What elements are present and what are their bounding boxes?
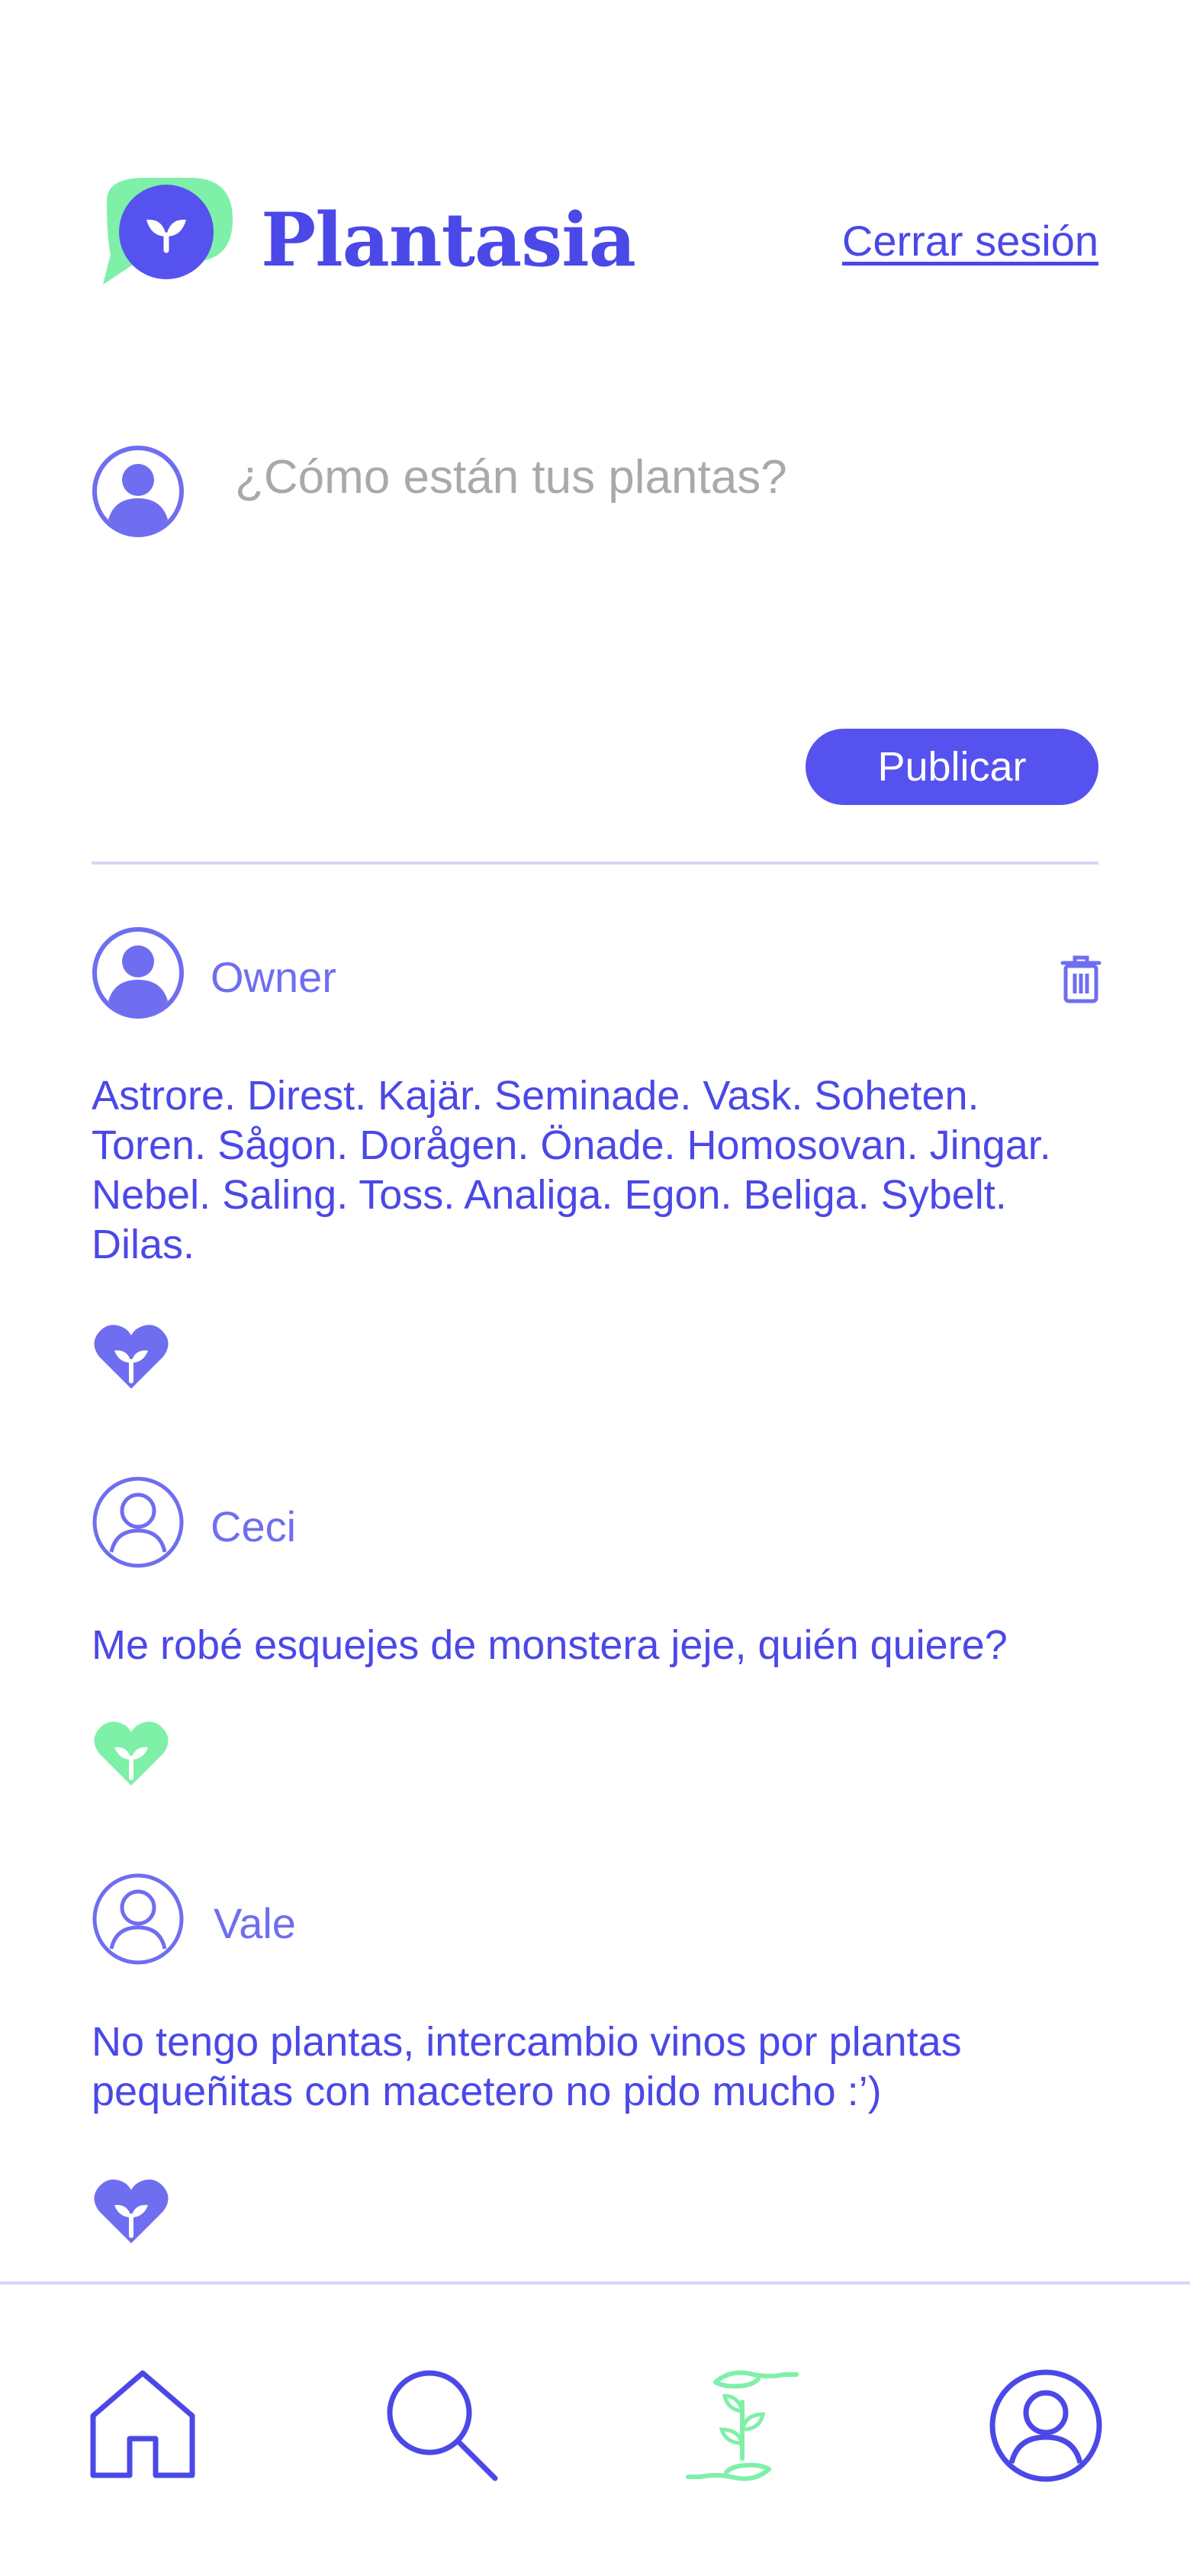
like-heart-icon[interactable] (92, 1718, 171, 1789)
post-author: Vale (214, 1899, 296, 1947)
plant-exchange-icon[interactable] (685, 2368, 799, 2483)
home-icon[interactable] (85, 2368, 200, 2483)
post-text: No tengo plantas, intercambio vinos por … (92, 2019, 962, 2114)
bottom-nav (0, 2285, 1190, 2576)
plantasia-logo (103, 178, 233, 285)
like-heart-icon[interactable] (92, 1322, 171, 1392)
avatar-icon (92, 1476, 184, 1568)
post-author: Owner (211, 953, 336, 1001)
post-text: Astrore. Direst. Kajär. Seminade. Vask. … (92, 1073, 1051, 1267)
profile-icon[interactable] (989, 2368, 1103, 2483)
composer-divider (92, 861, 1098, 865)
app-header: Plantasia Cerrar sesión (92, 174, 1098, 304)
post-card: Vale No tengo plantas, intercambio vinos… (92, 1872, 1098, 2243)
logout-link[interactable]: Cerrar sesión (842, 216, 1098, 266)
post-card: Ceci Me robé esquejes de monstera jeje, … (92, 1476, 1098, 1796)
search-icon[interactable] (385, 2368, 500, 2483)
publish-button[interactable]: Publicar (806, 729, 1098, 805)
post-author: Ceci (211, 1502, 297, 1550)
user-avatar-icon (92, 446, 184, 537)
post-text: Me robé esquejes de monstera jeje, quién… (92, 1622, 1008, 1668)
app-brand: Plantasia (261, 197, 636, 283)
avatar-icon (92, 927, 184, 1019)
avatar-icon (92, 1873, 184, 1965)
post-composer-input[interactable] (235, 450, 1098, 679)
post-card: Owner Astrore. Direst. Kajär. Seminade. … (92, 926, 1102, 1399)
trash-icon[interactable] (1060, 954, 1102, 1004)
like-heart-icon[interactable] (92, 2176, 171, 2246)
